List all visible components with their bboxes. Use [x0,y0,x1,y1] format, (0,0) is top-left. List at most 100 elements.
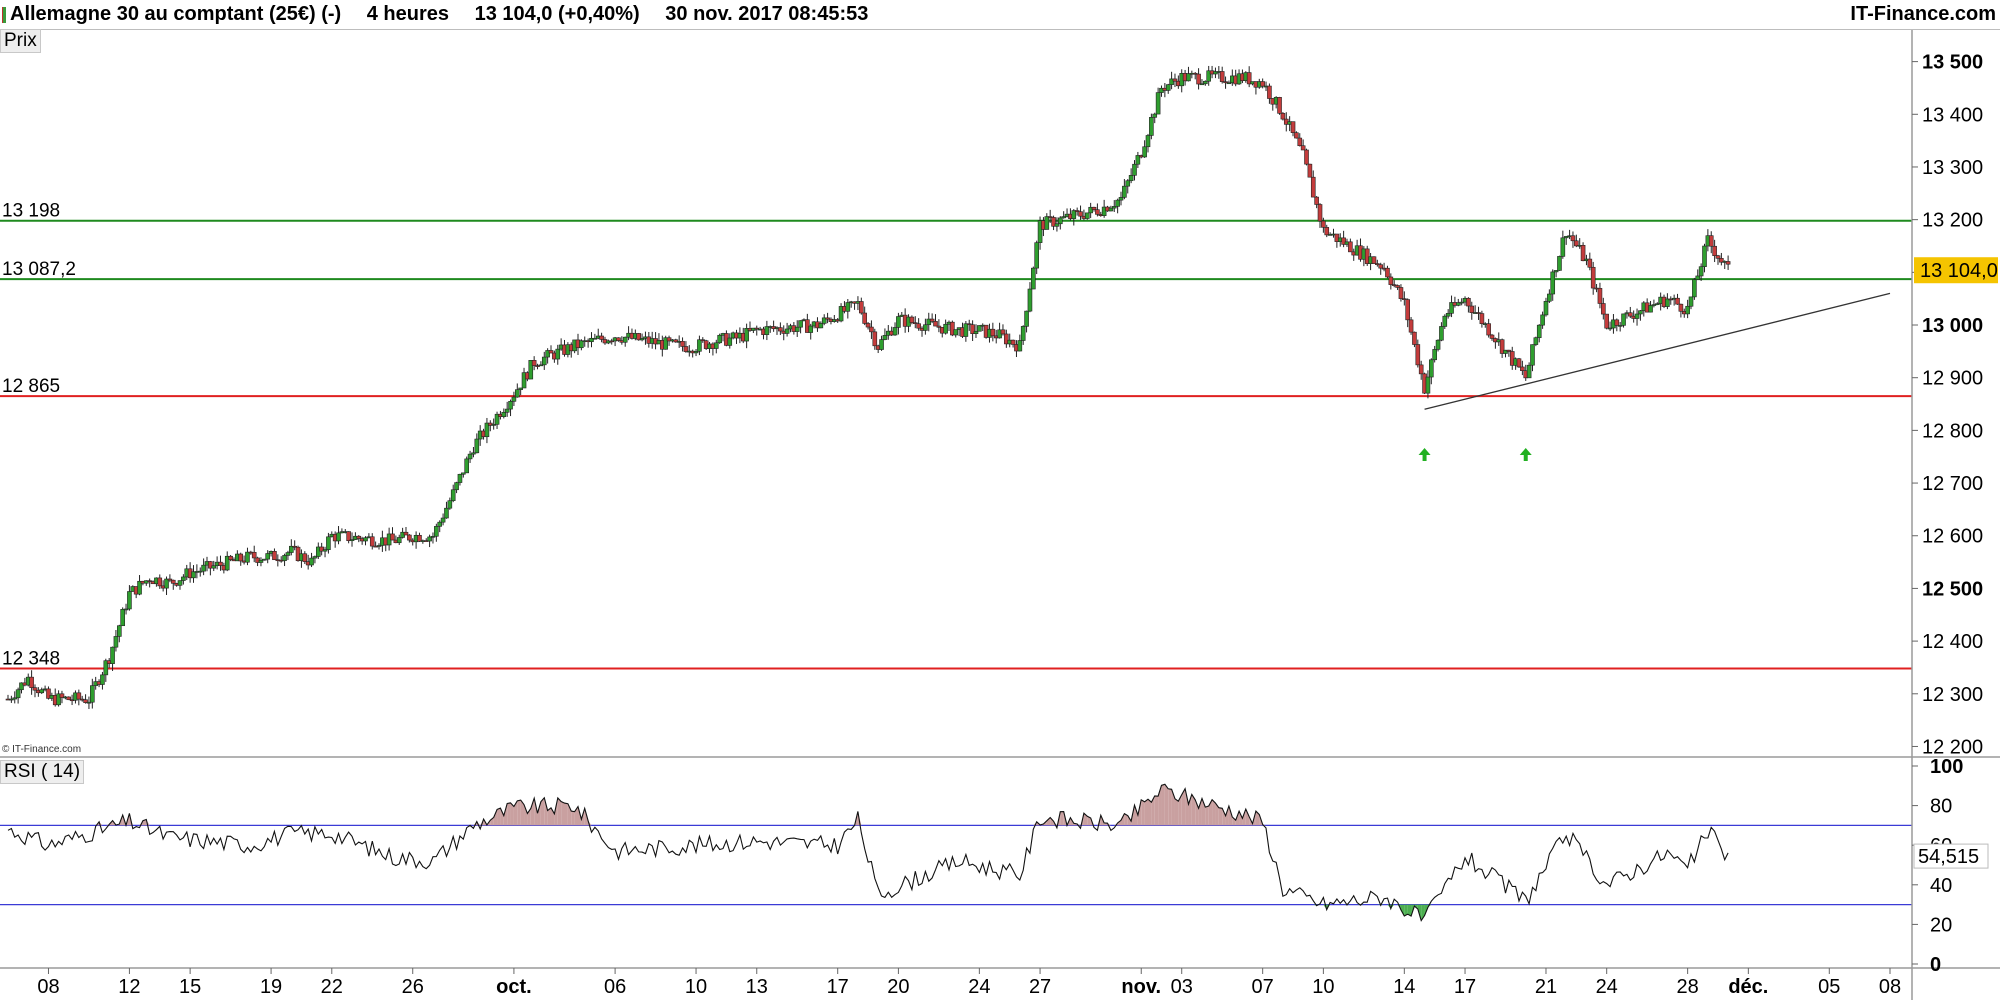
candle-body [1290,121,1296,133]
candle-body [1378,264,1384,269]
time-tick-label: 15 [179,976,201,998]
candle-body [818,323,824,329]
time-tick-label: nov. [1121,976,1161,998]
candle-body [1520,366,1525,371]
candle-body [1145,135,1151,148]
candle-body [929,318,935,322]
candle-body [1587,258,1593,268]
level-label: 13 087,2 [2,259,76,280]
candle-body [727,337,733,346]
candle-body [282,555,287,561]
candle-body [1678,303,1684,312]
candle-body [1142,146,1147,158]
rsi-overbought-fill [564,803,568,826]
candle-body [1425,376,1431,394]
candle-body [285,552,291,556]
candle-body [1408,319,1414,333]
rsi-panel [0,783,1912,922]
candle-body [845,302,851,312]
candle-body [238,553,244,562]
candle-body [1095,209,1100,215]
price-tick-label: 13 400 [1922,104,1983,126]
candle-body [356,535,362,539]
candle-body [1108,207,1114,212]
candle-body [15,689,21,699]
axes: 12 20 0 12 300 12 400 12 500 12 600 12 700 12 8… [0,30,2000,1000]
candle-body [713,342,719,349]
candle-body [1196,73,1201,85]
price-tick-label: 13 500 [1922,52,1983,74]
candle-body [1715,255,1721,259]
candle-body [1348,241,1353,253]
candle-body [1469,305,1475,313]
candle-body [1317,204,1323,222]
candle-body [228,555,233,560]
candle-body [1321,220,1326,228]
price-tick-label: 13 300 [1922,157,1983,179]
candle-body [1172,78,1178,82]
rsi-overbought-fill [1174,798,1179,826]
candle-body [177,580,183,586]
candle-body [548,350,554,354]
candle-body [1000,329,1006,335]
price-panel: 13 198 13 087,2 12 865 12 348 [0,65,1912,709]
candle-body [1621,313,1626,326]
candle-body [369,536,375,547]
rsi-overbought-fill [544,797,548,826]
candle-body [1115,199,1120,207]
candle-body [879,339,884,350]
candle-body [1412,331,1417,345]
candle-body [437,521,443,527]
time-tick-label: 10 [685,976,707,998]
candle-body [1020,326,1026,341]
candle-body [1560,237,1566,257]
time-tick-label: 06 [604,976,626,998]
candle-body [1084,212,1090,219]
candle-body [1398,287,1404,299]
candle-body [892,327,898,336]
price-tick-label: 12 400 [1922,631,1983,653]
candle-body [396,537,402,544]
time-tick-label: 27 [1029,976,1051,998]
up-arrow-icon [1418,448,1431,461]
candle-body [1540,314,1545,326]
candle-body [302,553,308,562]
time-tick-label: 05 [1818,976,1840,998]
candle-body [1675,297,1680,305]
candle-body [1692,279,1697,298]
rsi-overbought-fill [1154,795,1159,826]
candle-body [1044,216,1050,230]
candle-body [794,326,800,332]
candle-body [862,312,867,324]
candle-body [1371,256,1377,264]
candle-body [170,579,176,584]
rsi-overbought-fill [1161,784,1165,826]
candle-body [1010,339,1016,345]
candle-body [990,328,996,337]
candle-body [1418,364,1424,375]
candle-body [916,323,921,329]
candle-body [1516,358,1522,368]
candle-body [1203,80,1208,85]
rsi-last-badge: 54,515 [1913,843,1989,869]
candle-body [1385,267,1390,278]
price-tick-label: 13 000 [1922,315,1983,337]
candle-body [201,564,206,572]
trendline [1424,292,1891,410]
time-tick-label: 28 [1677,976,1699,998]
candle-body [1186,73,1191,82]
candle-body [1479,313,1485,325]
candle-body [501,411,507,417]
candle-body [1165,84,1171,91]
time-tick-label: déc. [1728,976,1768,998]
time-tick-label: 21 [1535,976,1557,998]
time-tick-label: 03 [1171,976,1193,998]
rsi-tick-label: 80 [1930,796,1952,818]
candle-body [1725,261,1731,265]
candle-body [309,557,314,566]
candle-body [1688,296,1694,307]
candle-body [1260,81,1265,87]
candle-body [697,339,702,352]
time-tick-label: 08 [1879,976,1901,998]
rsi-tick-label: 0 [1930,954,1941,976]
